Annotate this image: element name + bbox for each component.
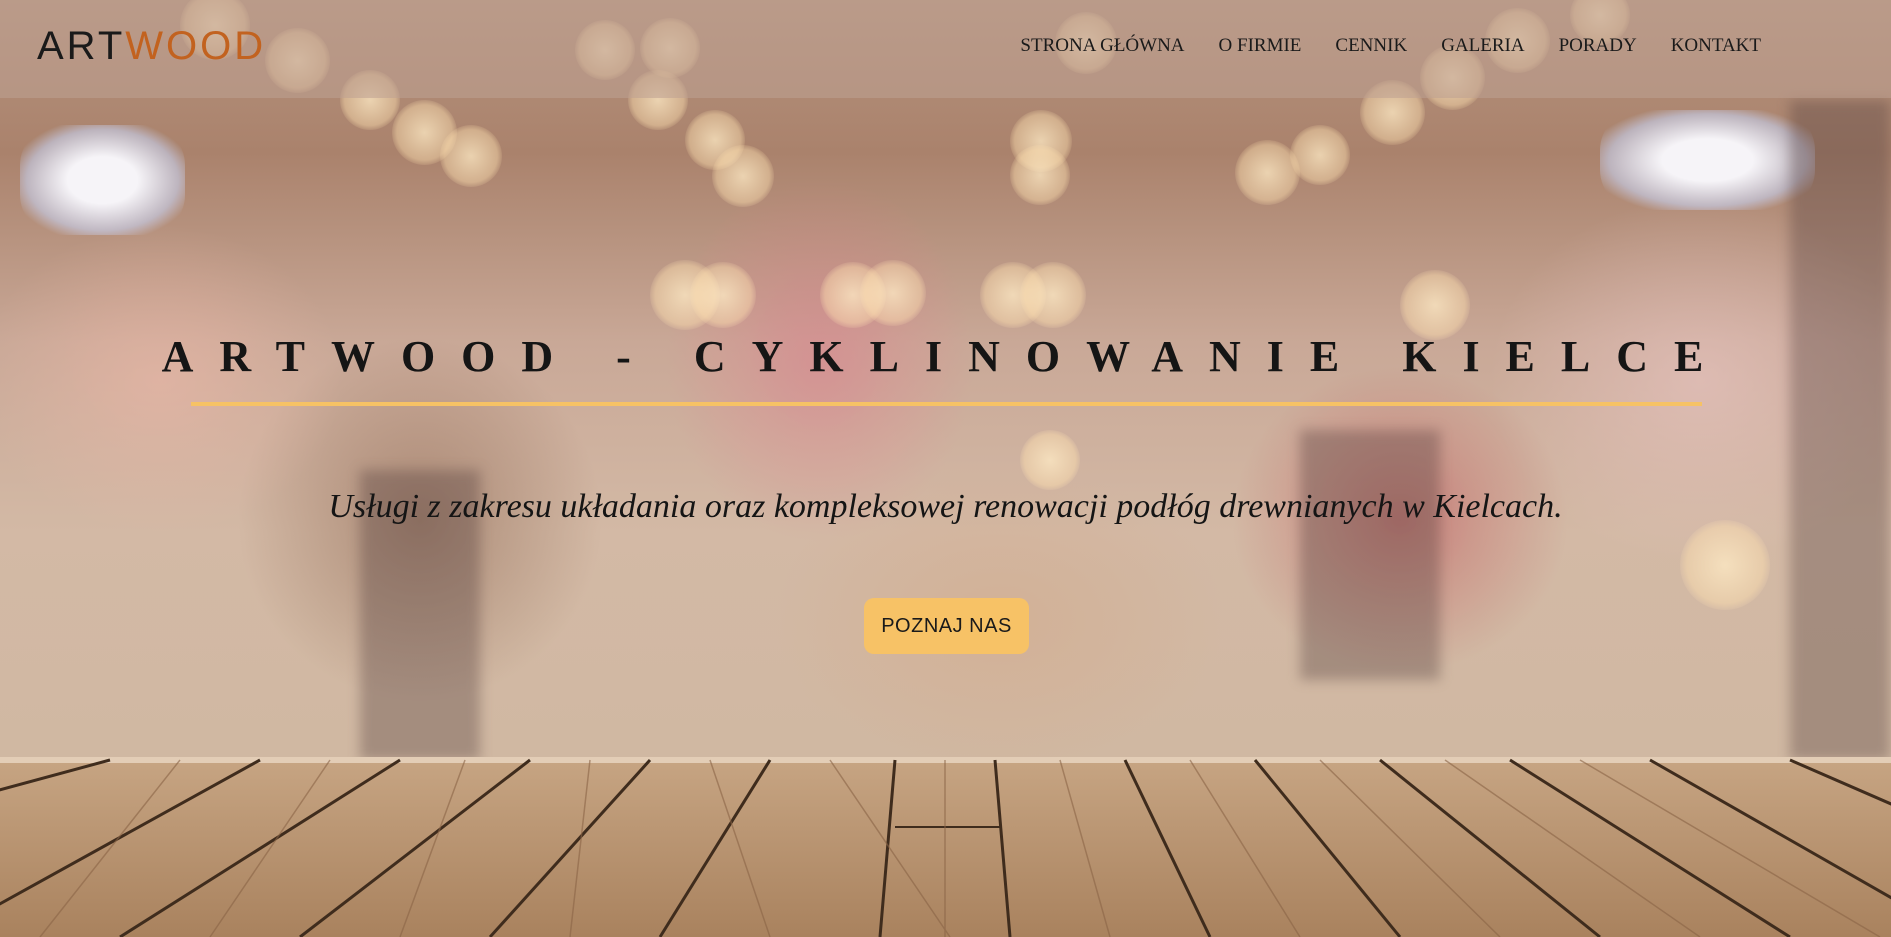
wooden-floor-planks <box>0 757 1891 937</box>
bokeh-light <box>860 260 926 326</box>
bokeh-light <box>1020 430 1080 490</box>
hero-subtitle: Usługi z zakresu układania oraz kompleks… <box>328 488 1563 525</box>
nav-item-cennik[interactable]: CENNIK <box>1335 34 1407 58</box>
nav-item-kontakt[interactable]: KONTAKT <box>1671 34 1761 58</box>
bokeh-light <box>1680 520 1770 610</box>
hero-title: ARTWOOD - CYKLINOWANIE KIELCE <box>161 332 1730 381</box>
wooden-floor <box>0 757 1891 937</box>
nav-item-porady[interactable]: PORADY <box>1559 34 1637 58</box>
site-header: ARTWOOD STRONA GŁÓWNA O FIRMIE CENNIK GA… <box>0 0 1891 98</box>
bokeh-light <box>712 145 774 207</box>
ceiling-lamp <box>1600 110 1815 210</box>
bokeh-light <box>1010 145 1070 205</box>
nav-item-o-firmie[interactable]: O FIRMIE <box>1219 34 1302 58</box>
background-shape <box>1300 430 1440 680</box>
nav-item-strona-glowna[interactable]: STRONA GŁÓWNA <box>1020 34 1184 58</box>
nav-item-galeria[interactable]: GALERIA <box>1441 34 1524 58</box>
ceiling-lamp <box>20 125 185 235</box>
bokeh-light <box>440 125 502 187</box>
poznaj-nas-button[interactable]: POZNAJ NAS <box>864 598 1029 654</box>
main-nav: STRONA GŁÓWNA O FIRMIE CENNIK GALERIA PO… <box>986 34 1761 58</box>
logo-text-art: ART <box>37 24 126 68</box>
bokeh-light <box>690 262 756 328</box>
background-shape <box>1790 100 1890 760</box>
hero-divider <box>191 402 1702 406</box>
site-logo[interactable]: ARTWOOD <box>37 22 266 70</box>
page: ARTWOOD STRONA GŁÓWNA O FIRMIE CENNIK GA… <box>0 0 1891 937</box>
bokeh-light <box>1020 262 1086 328</box>
bokeh-light <box>1290 125 1350 185</box>
logo-text-wood: WOOD <box>125 24 267 68</box>
